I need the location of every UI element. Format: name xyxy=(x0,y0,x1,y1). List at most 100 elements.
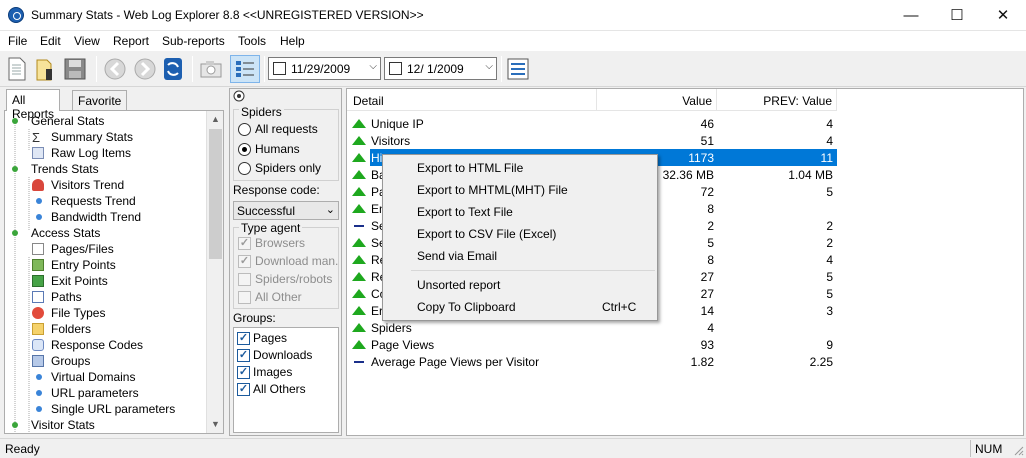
spiders-label: Spiders xyxy=(239,105,284,119)
checkbox-all-other[interactable] xyxy=(238,291,251,304)
bullet-green-icon xyxy=(12,422,18,428)
sigma-icon: Σ xyxy=(32,130,41,145)
status-bar: Ready NUM xyxy=(0,438,1026,458)
maximize-button[interactable]: ☐ xyxy=(934,0,980,31)
radio-spiders-only[interactable] xyxy=(238,162,251,175)
tab-favorite[interactable]: Favorite xyxy=(72,90,128,110)
trend-up-icon xyxy=(352,323,366,332)
scroll-thumb[interactable] xyxy=(209,129,222,259)
tab-all-reports[interactable]: All Reports xyxy=(6,89,61,121)
menu-sub-reports[interactable]: Sub-reports xyxy=(162,34,225,48)
column-header-detail[interactable]: Detail xyxy=(347,89,597,111)
checkbox-download-managers[interactable]: ✓ xyxy=(238,255,251,268)
trend-up-icon xyxy=(352,340,366,349)
forward-button[interactable] xyxy=(132,55,158,83)
snapshot-button[interactable] xyxy=(198,55,224,83)
refresh-button[interactable] xyxy=(160,55,186,83)
radio-all-requests[interactable] xyxy=(238,123,251,136)
menu-unsorted-report[interactable]: Unsorted report xyxy=(385,274,655,296)
open-button[interactable] xyxy=(32,55,58,83)
prev-value-cell: 5 xyxy=(826,287,833,301)
tree-scrollbar[interactable]: ▲ ▼ xyxy=(206,111,223,433)
prev-value-cell: 2.25 xyxy=(809,355,833,369)
menu-report[interactable]: Report xyxy=(113,34,149,48)
all-others-label: All Others xyxy=(253,382,306,396)
response-icon xyxy=(32,339,44,351)
detail-text: Hi xyxy=(371,151,383,165)
prev-value-cell xyxy=(717,200,837,217)
date-range-button[interactable] xyxy=(505,55,531,83)
radio-humans[interactable] xyxy=(238,143,251,156)
trend-same-icon xyxy=(354,361,364,363)
table-row[interactable]: Average Page Views per Visitor 1.82 2.25 xyxy=(347,353,1023,370)
menu-export-text[interactable]: Export to Text File xyxy=(385,201,655,223)
scroll-up-icon[interactable]: ▲ xyxy=(207,111,223,128)
column-header-value[interactable]: Value xyxy=(597,89,717,111)
date-to-value: 12/ 1/2009 xyxy=(407,62,464,76)
date-from-picker[interactable]: 11/29/2009 ⌵ xyxy=(268,57,381,80)
trend-up-icon xyxy=(352,136,366,145)
table-row[interactable]: Visitors 51 4 xyxy=(347,132,1023,149)
checkbox-all-others[interactable]: ✓ xyxy=(237,383,250,396)
new-document-button[interactable] xyxy=(4,55,30,83)
save-button[interactable] xyxy=(62,55,88,83)
prev-value-cell: 9 xyxy=(826,338,833,352)
menu-copy-to-clipboard[interactable]: Copy To Clipboard Ctrl+C xyxy=(385,296,655,318)
menu-edit[interactable]: Edit xyxy=(40,34,61,48)
detail-cell: Average Page Views per Visitor xyxy=(352,353,597,370)
bullet-green-icon xyxy=(12,230,18,236)
table-row[interactable]: Page Views 93 9 xyxy=(347,336,1023,353)
chevron-down-icon[interactable]: ⌵ xyxy=(369,61,377,72)
prev-value-cell: 5 xyxy=(826,270,833,284)
date-to-picker[interactable]: 12/ 1/2009 ⌵ xyxy=(384,57,497,80)
save-icon xyxy=(64,58,86,80)
menu-file[interactable]: File xyxy=(8,34,27,48)
table-row[interactable]: Unique IP 46 4 xyxy=(347,115,1023,132)
menu-export-csv[interactable]: Export to CSV File (Excel) xyxy=(385,223,655,245)
menu-help[interactable]: Help xyxy=(280,34,305,48)
resize-grip-icon[interactable] xyxy=(1012,444,1024,456)
trend-up-icon xyxy=(352,272,366,281)
checkbox-pages[interactable]: ✓ xyxy=(237,332,250,345)
chevron-down-icon: ⌄ xyxy=(325,204,335,216)
checkbox-images[interactable]: ✓ xyxy=(237,366,250,379)
checkbox-browsers[interactable]: ✓ xyxy=(238,237,251,250)
prev-value-cell: 3 xyxy=(826,304,833,318)
prev-value-cell: 2 xyxy=(826,219,833,233)
menu-tools[interactable]: Tools xyxy=(238,34,266,48)
context-menu: Export to HTML File Export to MHTML(MHT)… xyxy=(382,154,658,321)
back-button[interactable] xyxy=(102,55,128,83)
detail-cell: Visitors xyxy=(352,132,597,149)
new-document-icon xyxy=(8,57,26,81)
menu-view[interactable]: View xyxy=(74,34,100,48)
groups-label: Groups: xyxy=(233,311,276,325)
prev-value-cell: 2 xyxy=(826,236,833,250)
date-from-checkbox[interactable] xyxy=(273,62,286,75)
camera-icon xyxy=(200,61,222,78)
date-to-checkbox[interactable] xyxy=(389,62,402,75)
bullet-blue-icon xyxy=(36,374,42,380)
close-button[interactable]: ✕ xyxy=(980,0,1026,31)
detail-cell: Page Views xyxy=(352,336,597,353)
filter-panel-toggle-button[interactable] xyxy=(230,55,260,83)
title-bar: Summary Stats - Web Log Explorer 8.8 <<U… xyxy=(0,0,1026,31)
table-row[interactable]: Spiders 4 xyxy=(347,319,1023,336)
checkbox-spiders-robots[interactable] xyxy=(238,273,251,286)
minimize-button[interactable]: — xyxy=(888,0,934,31)
menu-export-mhtml[interactable]: Export to MHTML(MHT) File xyxy=(385,179,655,201)
response-code-select[interactable]: Successful ⌄ xyxy=(233,201,339,220)
prev-value-cell: 5 xyxy=(826,185,833,199)
refresh-icon xyxy=(164,58,182,80)
pin-icon[interactable] xyxy=(233,90,246,102)
menu-send-email[interactable]: Send via Email xyxy=(385,245,655,267)
reports-tree: General Stats Σ Summary Stats Raw Log Ite… xyxy=(4,110,224,434)
type-agent-label: Type agent xyxy=(239,221,303,235)
trend-up-icon xyxy=(352,153,366,162)
folder-icon xyxy=(32,323,44,335)
toolbar: 11/29/2009 ⌵ 12/ 1/2009 ⌵ xyxy=(0,51,1026,87)
checkbox-downloads[interactable]: ✓ xyxy=(237,349,250,362)
chevron-down-icon[interactable]: ⌵ xyxy=(485,61,493,72)
menu-export-html[interactable]: Export to HTML File xyxy=(385,157,655,179)
column-header-prev-value[interactable]: PREV: Value xyxy=(717,89,837,111)
scroll-down-icon[interactable]: ▼ xyxy=(207,416,223,433)
